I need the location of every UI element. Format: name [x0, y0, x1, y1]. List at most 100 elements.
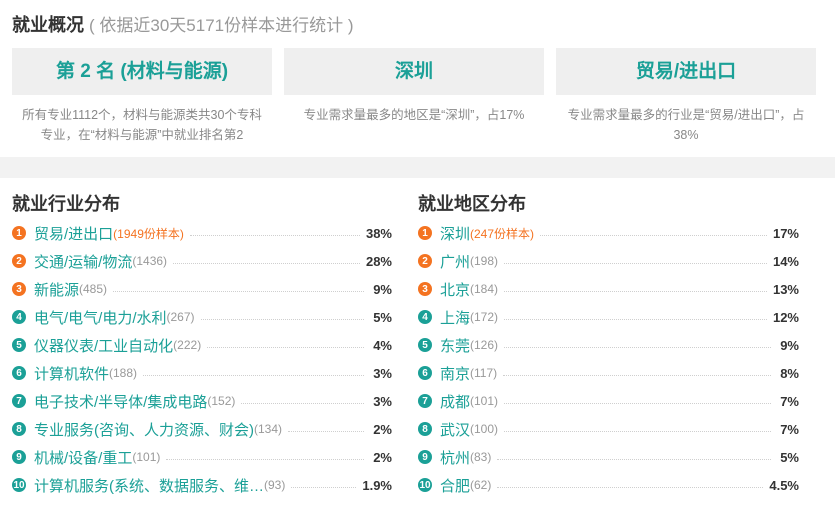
rank-badge: 5	[418, 338, 432, 352]
rank-badge: 5	[12, 338, 26, 352]
region-row: 9 杭州 (83) 5%	[418, 447, 799, 467]
percentage: 5%	[373, 309, 392, 325]
industry-name-link[interactable]: 计算机软件	[34, 363, 109, 384]
sample-count: (134)	[254, 422, 283, 436]
region-card: 深圳 专业需求量最多的地区是“深圳”，占17%	[284, 48, 544, 125]
percentage: 2%	[373, 449, 392, 465]
region-name-link[interactable]: 东莞	[440, 335, 470, 356]
region-name-link[interactable]: 成都	[440, 391, 470, 412]
rank-badge: 1	[12, 226, 26, 240]
dotted-leader	[504, 290, 767, 292]
region-name-link[interactable]: 杭州	[440, 447, 470, 468]
dotted-leader	[200, 318, 364, 320]
percentage: 1.9%	[362, 477, 392, 493]
region-row: 4 上海 (172) 12%	[418, 307, 799, 327]
percentage: 38%	[365, 225, 392, 241]
region-name-link[interactable]: 合肥	[440, 475, 470, 496]
region-name-link[interactable]: 深圳	[440, 223, 470, 244]
dotted-leader	[504, 346, 771, 348]
industry-name-link[interactable]: 电气/电气/电力/水利	[34, 307, 167, 328]
dotted-leader	[504, 318, 767, 320]
dotted-leader	[504, 262, 767, 264]
rank-badge: 2	[418, 254, 432, 268]
dotted-leader	[189, 234, 360, 236]
dotted-leader	[497, 458, 771, 460]
rank-badge: 6	[418, 366, 432, 380]
industry-row: 2 交通/运输/物流 (1436) 28%	[12, 251, 392, 271]
industry-row: 5 仪器仪表/工业自动化 (222) 4%	[12, 335, 392, 355]
industry-card: 贸易/进出口 专业需求量最多的行业是“贸易/进出口”，占38%	[556, 48, 816, 145]
percentage: 13%	[772, 281, 799, 297]
industry-name-link[interactable]: 交通/运输/物流	[34, 251, 132, 272]
percentage: 28%	[365, 253, 392, 269]
rank-badge: 3	[12, 282, 26, 296]
sample-count: (62)	[470, 478, 492, 492]
rank-badge: 6	[12, 366, 26, 380]
percentage: 7%	[780, 421, 799, 437]
sample-count: (117)	[470, 366, 498, 380]
region-section-title: 就业地区分布	[418, 194, 526, 214]
industry-row: 9 机械/设备/重工 (101) 2%	[12, 447, 392, 467]
percentage: 2%	[373, 421, 392, 437]
region-name-link[interactable]: 北京	[440, 279, 470, 300]
region-name-link[interactable]: 上海	[440, 307, 470, 328]
sample-count: (126)	[470, 338, 499, 352]
sample-count: (247份样本)	[470, 226, 535, 241]
sample-count: (93)	[264, 478, 286, 492]
dotted-leader	[288, 430, 364, 432]
sample-count: (101)	[470, 394, 499, 408]
industry-row: 7 电子技术/半导体/集成电路 (152) 3%	[12, 391, 392, 411]
industry-name-link[interactable]: 计算机服务(系统、数据服务、维…	[34, 475, 264, 496]
sample-count: (485)	[79, 282, 108, 296]
industry-name-link[interactable]: 专业服务(咨询、人力资源、财会)	[34, 419, 254, 440]
industry-card-headline: 贸易/进出口	[556, 48, 816, 95]
sample-count: (83)	[470, 450, 492, 464]
percentage: 4%	[373, 337, 392, 353]
sample-count: (1949份样本)	[113, 226, 184, 241]
sample-count: (100)	[470, 422, 499, 436]
rank-badge: 2	[12, 254, 26, 268]
industry-name-link[interactable]: 仪器仪表/工业自动化	[34, 335, 173, 356]
region-row: 2 广州 (198) 14%	[418, 251, 799, 271]
sample-count: (152)	[207, 394, 236, 408]
overview-header: 就业概况 ( 依据近30天5171份样本进行统计 )	[12, 11, 354, 37]
rank-card-desc: 所有专业1112个，材料与能源类共30个专科专业，在“材料与能源”中就业排名第2	[22, 108, 262, 142]
region-name-link[interactable]: 南京	[440, 363, 470, 384]
industry-name-link[interactable]: 机械/设备/重工	[34, 447, 132, 468]
industry-section: 就业行业分布 1 贸易/进出口 (1949份样本) 38% 2 交通/运输/物流 (1436…	[12, 190, 392, 495]
percentage: 17%	[772, 225, 799, 241]
percentage: 9%	[373, 281, 392, 297]
region-row: 7 成都 (101) 7%	[418, 391, 799, 411]
industry-name-link[interactable]: 新能源	[34, 279, 79, 300]
region-section: 就业地区分布 1 深圳 (247份样本) 17% 2 广州 (198) 14% 3 北京 (184)…	[418, 190, 799, 495]
region-name-link[interactable]: 广州	[440, 251, 470, 272]
percentage: 12%	[772, 309, 799, 325]
industry-row: 10 计算机服务(系统、数据服务、维… (93) 1.9%	[12, 475, 392, 495]
rank-badge: 3	[418, 282, 432, 296]
sample-count: (1436)	[132, 254, 168, 268]
region-name-link[interactable]: 武汉	[440, 419, 470, 440]
industry-row: 4 电气/电气/电力/水利 (267) 5%	[12, 307, 392, 327]
dotted-leader	[504, 402, 771, 404]
percentage: 7%	[780, 393, 799, 409]
region-card-desc: 专业需求量最多的地区是“深圳”，占17%	[303, 108, 525, 122]
sample-count: (188)	[109, 366, 138, 380]
dotted-leader	[504, 430, 771, 432]
dotted-leader	[497, 486, 764, 488]
industry-row: 6 计算机软件 (188) 3%	[12, 363, 392, 383]
dotted-leader	[173, 262, 360, 264]
percentage: 3%	[373, 393, 392, 409]
industry-name-link[interactable]: 贸易/进出口	[34, 223, 113, 244]
rank-badge: 7	[418, 394, 432, 408]
rank-badge: 9	[418, 450, 432, 464]
rank-badge: 8	[12, 422, 26, 436]
rank-card-headline: 第 2 名 (材料与能源)	[12, 48, 272, 95]
dotted-leader	[166, 458, 364, 460]
rank-badge: 10	[12, 478, 26, 492]
overview-title: 就业概况	[12, 15, 84, 35]
percentage: 9%	[780, 337, 799, 353]
sample-count: (184)	[470, 282, 499, 296]
industry-section-title: 就业行业分布	[12, 194, 120, 214]
industry-name-link[interactable]: 电子技术/半导体/集成电路	[34, 391, 207, 412]
sample-count: (198)	[470, 254, 499, 268]
